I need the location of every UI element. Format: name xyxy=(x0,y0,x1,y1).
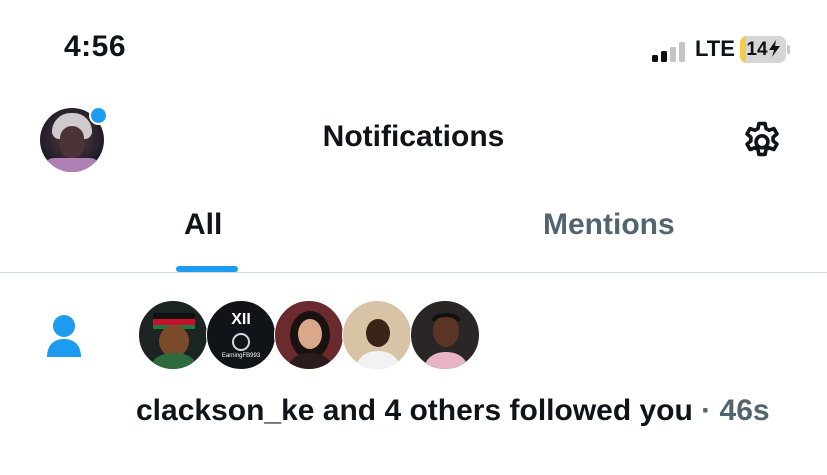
follower-avatar[interactable] xyxy=(138,300,208,370)
signal-bar xyxy=(652,55,658,62)
tab-mentions[interactable]: Mentions xyxy=(543,208,675,242)
divider xyxy=(0,272,827,273)
notification-message[interactable]: clackson_ke and 4 others followed you · … xyxy=(136,391,816,431)
follower-avatar[interactable] xyxy=(274,300,344,370)
battery-icon: 14 xyxy=(740,36,790,63)
network-type: LTE xyxy=(695,36,735,61)
notification-timestamp: 46s xyxy=(719,394,770,427)
follower-avatar[interactable] xyxy=(410,300,480,370)
signal-bar xyxy=(661,51,667,62)
page-title: Notifications xyxy=(322,120,505,153)
follower-avatar[interactable] xyxy=(342,300,412,370)
follower-avatar[interactable]: XII EarningFB993 xyxy=(206,300,276,370)
charging-bolt-icon xyxy=(768,40,780,57)
person-icon xyxy=(44,314,84,358)
battery-level: 14 xyxy=(740,36,786,63)
separator: · xyxy=(692,394,720,427)
tab-all[interactable]: All xyxy=(184,208,222,242)
signal-bar xyxy=(670,47,676,62)
settings-button[interactable] xyxy=(739,119,785,165)
cellular-signal-icon xyxy=(652,38,690,62)
signal-bar xyxy=(679,42,685,62)
status-time: 4:56 xyxy=(64,30,127,63)
gear-icon xyxy=(745,121,779,157)
notification-text: clackson_ke and 4 others followed you xyxy=(136,394,693,427)
